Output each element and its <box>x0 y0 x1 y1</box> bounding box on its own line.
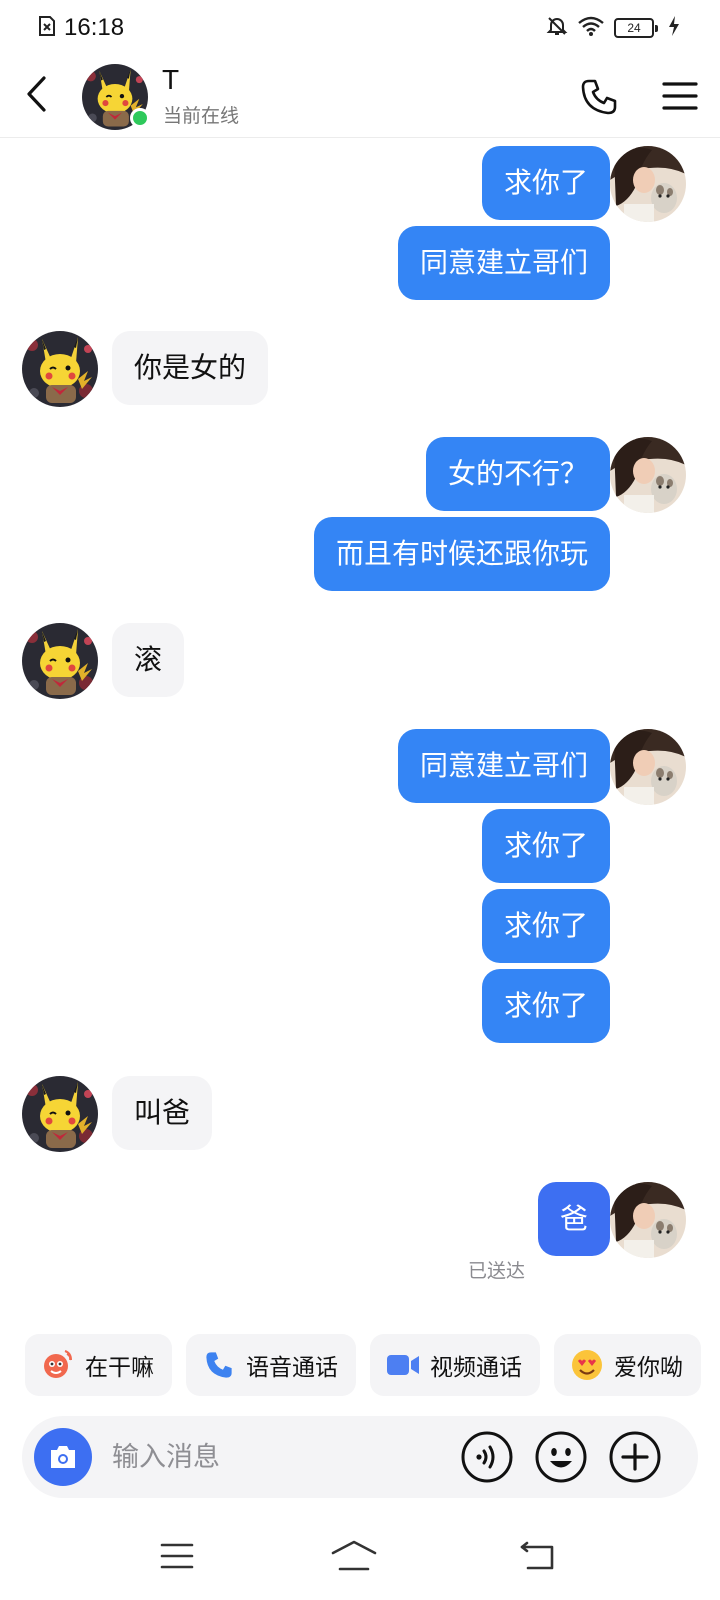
message-bubble-sent[interactable]: 求你了 <box>481 889 610 963</box>
contact-name[interactable]: T <box>162 64 179 96</box>
message-bubble-received[interactable]: 滚 <box>112 623 185 697</box>
message-input[interactable] <box>112 1434 432 1480</box>
my-avatar[interactable] <box>610 146 686 222</box>
quick-reply-label: 视频通话 <box>430 1355 522 1381</box>
wave-emoji-icon <box>41 1348 75 1382</box>
quick-reply-label: 在干嘛 <box>85 1355 154 1381</box>
voice-button[interactable] <box>460 1430 514 1484</box>
back-arrow-icon <box>27 76 46 112</box>
phone-icon <box>581 79 617 115</box>
delivered-status: 已送达 <box>467 1260 525 1282</box>
status-bar: 16:18 24 <box>0 0 720 54</box>
quick-reply-bar: 在干嘛 语音通话 视频通话 爱你呦 <box>25 1334 701 1396</box>
battery-icon: 24 <box>614 18 658 38</box>
menu-lines-icon <box>160 1543 194 1569</box>
plus-icon <box>609 1431 661 1483</box>
chat-header: T 当前在线 <box>0 54 720 138</box>
battery-level: 24 <box>627 21 641 35</box>
status-time: 16:18 <box>64 14 125 41</box>
message-bubble-sent[interactable]: 求你了 <box>481 809 610 883</box>
quick-reply-chip[interactable]: 爱你呦 <box>554 1334 701 1396</box>
message-bubble-sent[interactable]: 而且有时候还跟你玩 <box>313 517 610 591</box>
message-bubble-sent[interactable]: 同意建立哥们 <box>397 226 610 300</box>
video-camera-icon <box>386 1348 420 1382</box>
system-nav-bar <box>0 1520 720 1600</box>
online-indicator <box>130 108 150 128</box>
back-icon <box>520 1541 554 1570</box>
menu-icon <box>662 82 698 110</box>
contact-avatar[interactable] <box>82 64 150 130</box>
quick-reply-chip[interactable]: 语音通话 <box>186 1334 356 1396</box>
contact-status: 当前在线 <box>163 105 240 127</box>
message-bubble-received[interactable]: 你是女的 <box>112 331 269 405</box>
home-button[interactable] <box>324 1534 384 1578</box>
emoji-button[interactable] <box>534 1430 588 1484</box>
more-menu-button[interactable] <box>660 78 700 114</box>
voice-icon <box>461 1431 513 1483</box>
emoji-icon <box>535 1431 587 1483</box>
contact-message-avatar[interactable] <box>22 623 98 699</box>
heart-eyes-emoji-icon <box>570 1348 604 1382</box>
my-avatar[interactable] <box>610 729 686 805</box>
home-icon <box>331 1540 377 1571</box>
sim-off-icon <box>38 15 56 41</box>
my-avatar[interactable] <box>610 437 686 513</box>
quick-reply-chip[interactable]: 在干嘛 <box>25 1334 172 1396</box>
wifi-icon <box>578 16 604 40</box>
message-bubble-sent[interactable]: 同意建立哥们 <box>397 729 610 803</box>
message-bubble-sent[interactable]: 求你了 <box>481 969 610 1043</box>
mute-bell-icon <box>546 15 568 41</box>
quick-reply-label: 语音通话 <box>246 1355 338 1381</box>
plus-button[interactable] <box>608 1430 662 1484</box>
recents-button[interactable] <box>147 1534 207 1578</box>
message-bubble-sent[interactable]: 求你了 <box>481 146 610 220</box>
contact-message-avatar[interactable] <box>22 331 98 407</box>
phone-icon <box>202 1348 236 1382</box>
call-button[interactable] <box>578 76 620 118</box>
back-nav-button[interactable] <box>507 1534 567 1578</box>
contact-message-avatar[interactable] <box>22 1076 98 1152</box>
camera-icon <box>51 1446 75 1468</box>
camera-button[interactable] <box>34 1428 92 1486</box>
quick-reply-chip[interactable]: 视频通话 <box>370 1334 540 1396</box>
message-bubble-sent[interactable]: 女的不行？ <box>425 437 610 511</box>
message-bubble-sent[interactable]: 爸 <box>537 1182 610 1256</box>
message-composer <box>22 1416 698 1498</box>
charging-icon <box>668 16 680 40</box>
message-bubble-received[interactable]: 叫爸 <box>112 1076 213 1150</box>
back-button[interactable] <box>16 70 56 118</box>
quick-reply-label: 爱你呦 <box>614 1355 683 1381</box>
my-avatar[interactable] <box>610 1182 686 1258</box>
